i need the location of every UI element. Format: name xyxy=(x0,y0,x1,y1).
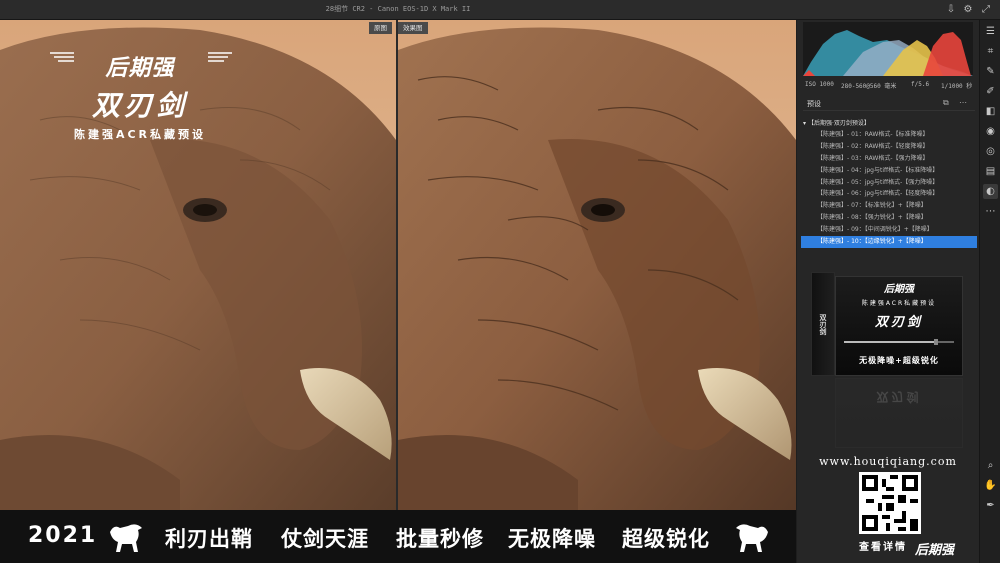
tool-strip: ☰ ⌗ ✎ ✐ ◧ ◉ ◎ ▤ ◐ ⋯ ⌕ ✋ ✒ xyxy=(979,20,1000,563)
photo-canvas[interactable]: 原图 后期强 双刃剑 陈建强ACR私藏预设 效果图 xyxy=(0,20,796,510)
hand-icon[interactable]: ✋ xyxy=(983,478,998,493)
box-reflection-text: 双刃剑 xyxy=(876,390,922,404)
preset-group-header[interactable]: ▾ 【后期强·双刃剑预设】 xyxy=(801,118,977,129)
gear-icon[interactable]: ⚙ xyxy=(962,4,974,16)
iso-value: ISO 1000 xyxy=(805,81,834,88)
bull-icon xyxy=(110,524,142,552)
after-label: 效果图 xyxy=(398,22,428,34)
box-name: 双刃剑 xyxy=(874,315,923,330)
red-eye-icon[interactable]: ◎ xyxy=(983,144,998,159)
qr-code-icon xyxy=(862,475,918,531)
before-pane[interactable]: 原图 后期强 双刃剑 陈建强ACR私藏预设 xyxy=(0,20,396,510)
preset-group: ▾ 【后期强·双刃剑预设】 【陈建强】- 01：RAW格式-【标准降噪】 【陈建… xyxy=(801,118,977,248)
preset-item[interactable]: 【陈建强】- 07：【标准锐化】+【降噪】 xyxy=(801,200,977,212)
brand-subtitle: 陈建强ACR私藏预设 xyxy=(73,128,207,141)
product-box-image: 双刃剑 后期强 陈建强ACR私藏预设 双刃剑 无极降噪+超级锐化 双刃剑 xyxy=(809,270,969,450)
eyedropper-icon[interactable]: ✒ xyxy=(983,498,998,513)
bull-icon xyxy=(736,524,768,552)
crop-icon[interactable]: ⌗ xyxy=(983,44,998,59)
banner-slogan-2: 仗剑天涯 xyxy=(281,527,369,551)
window-title: 28细节 CR2 - Canon EOS-1D X Mark II xyxy=(325,5,471,13)
preset-item[interactable]: 【陈建强】- 04：jpg与tiff格式-【标准降噪】 xyxy=(801,165,977,177)
website-url[interactable]: www.houqiqiang.com xyxy=(797,455,979,468)
preset-group-name: 【后期强·双刃剑预设】 xyxy=(807,120,870,127)
decor-lines-right-icon xyxy=(208,52,232,62)
banner-slogan-3: 批量秒修 xyxy=(396,527,484,551)
box-tagline: 无极降噪+超级锐化 xyxy=(859,356,939,365)
new-preset-icon[interactable]: ⧉ xyxy=(943,98,949,108)
brand-overlay: 后期强 双刃剑 陈建强ACR私藏预设 xyxy=(40,50,240,142)
snapshots-icon[interactable]: ▤ xyxy=(983,164,998,179)
export-icon[interactable]: ⇩ xyxy=(945,4,957,16)
after-pane[interactable]: 效果图 xyxy=(398,20,796,510)
banner-slogan-5: 超级锐化 xyxy=(622,527,710,551)
presets-title: 预设 xyxy=(807,100,821,108)
right-panel: ISO 1000 280-560@560 毫米 f/5.6 1/1000 秒 预… xyxy=(797,20,979,563)
box-subtitle: 陈建强ACR私藏预设 xyxy=(861,300,937,307)
qr-code[interactable] xyxy=(859,472,921,534)
preset-item[interactable]: 【陈建强】- 01：RAW格式-【标准降噪】 xyxy=(801,129,977,141)
banner-slogan-1: 利刃出鞘 xyxy=(165,527,253,551)
corner-logo: 后期强 xyxy=(915,543,955,558)
lens-value: 280-560@560 毫米 xyxy=(841,83,897,90)
preset-item[interactable]: 【陈建强】- 06：jpg与tiff格式-【轻度降噪】 xyxy=(801,188,977,200)
bottom-banner: 2021 利刃出鞘 仗剑天涯 批量秒修 无极降噪 超级锐化 xyxy=(0,510,796,563)
brand-name: 双刃剑 xyxy=(91,89,188,122)
presets-icon[interactable]: ◐ xyxy=(983,184,998,199)
sword-icon xyxy=(844,339,954,345)
preset-item[interactable]: 【陈建强】- 09：【中间调锐化】+【降噪】 xyxy=(801,224,977,236)
decor-lines-left-icon xyxy=(50,52,74,62)
banner-slogan-4: 无极降噪 xyxy=(508,527,596,551)
radial-filter-icon[interactable]: ◉ xyxy=(983,124,998,139)
preset-item[interactable]: 【陈建强】- 05：jpg与tiff格式-【强力降噪】 xyxy=(801,177,977,189)
elephant-photo-after xyxy=(398,20,796,510)
brush-icon[interactable]: ✐ xyxy=(983,84,998,99)
box-side: 双刃剑 xyxy=(811,272,835,376)
zoom-icon[interactable]: ⌕ xyxy=(983,458,998,473)
preset-item[interactable]: 【陈建强】- 03：RAW格式-【强力降噪】 xyxy=(801,153,977,165)
shutter-value: 1/1000 秒 xyxy=(941,83,973,90)
presets-header[interactable]: 预设 ⧉ ⋯ xyxy=(803,97,975,111)
before-label: 原图 xyxy=(369,22,392,34)
gradient-icon[interactable]: ◧ xyxy=(983,104,998,119)
histogram xyxy=(803,22,973,76)
edit-sliders-icon[interactable]: ☰ xyxy=(983,24,998,39)
box-front: 后期强 陈建强ACR私藏预设 双刃剑 无极降噪+超级锐化 xyxy=(835,276,963,376)
qr-caption: 查看详情 xyxy=(859,542,907,553)
box-reflection: 双刃剑 xyxy=(835,378,963,448)
chevron-down-icon[interactable]: ▾ xyxy=(803,120,806,127)
preset-item[interactable]: 【陈建强】- 02：RAW格式-【轻度降噪】 xyxy=(801,141,977,153)
expand-icon[interactable]: ⤢ xyxy=(980,4,992,16)
box-logo: 后期强 xyxy=(884,284,914,295)
histogram-graph xyxy=(803,30,973,76)
title-bar: 28细节 CR2 - Canon EOS-1D X Mark II ⇩ ⚙ ⤢ xyxy=(0,0,1000,20)
preset-item[interactable]: 【陈建强】- 08：【强力锐化】+【降噪】 xyxy=(801,212,977,224)
aperture-value: f/5.6 xyxy=(911,81,930,88)
more-tools-icon[interactable]: ⋯ xyxy=(983,204,998,219)
banner-year: 2021 xyxy=(28,523,98,548)
healing-brush-icon[interactable]: ✎ xyxy=(983,64,998,79)
camera-info: ISO 1000 280-560@560 毫米 f/5.6 1/1000 秒 xyxy=(803,81,973,91)
more-options-icon[interactable]: ⋯ xyxy=(959,98,967,107)
preset-item-selected[interactable]: 【陈建强】- 10：【边缘锐化】+【降噪】 xyxy=(801,236,977,248)
